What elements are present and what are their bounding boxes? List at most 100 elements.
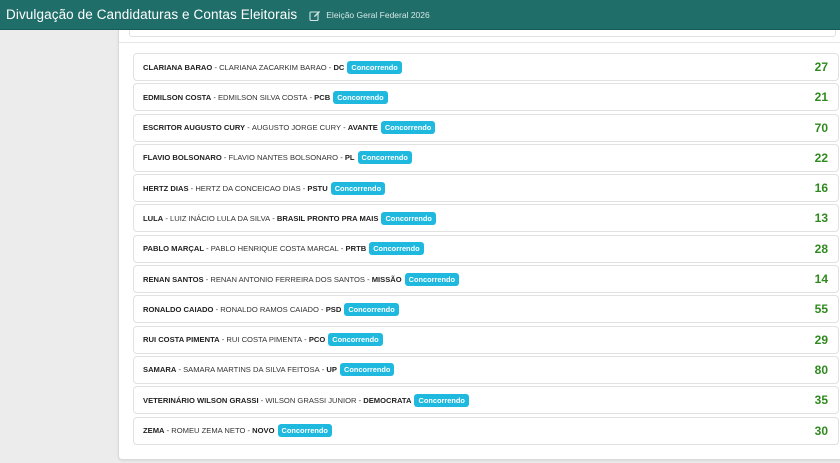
candidate-number: 35 (814, 393, 828, 408)
candidate-row[interactable]: ESCRITOR AUGUSTO CURY - AUGUSTO JORGE CU… (133, 113, 839, 142)
separator: - (188, 183, 196, 193)
candidate-row[interactable]: RENAN SANTOS - RENAN ANTONIO FERREIRA DO… (133, 265, 839, 294)
app-header: Divulgação de Candidaturas e Contas Elei… (0, 0, 840, 30)
candidate-number: 28 (814, 241, 828, 256)
candidate-row[interactable]: RONALDO CAIADO - RONALDO RAMOS CAIADO - … (133, 295, 839, 324)
separator: - (319, 365, 327, 375)
status-badge: Concorrendo (347, 60, 402, 74)
separator: - (364, 274, 372, 284)
candidate-info: HERTZ DIAS - HERTZ DA CONCEICAO DIAS - P… (143, 181, 386, 195)
candidate-full-name: LUIZ INÁCIO LULA DA SILVA (170, 213, 271, 223)
candidate-row[interactable]: VETERINÁRIO WILSON GRASSI - WILSON GRASS… (133, 386, 839, 415)
separator: - (326, 62, 334, 72)
candidate-full-name: ROMEU ZEMA NETO (171, 426, 246, 436)
candidate-row[interactable]: CLARIANA BARAO - CLARIANA ZACARKIM BARAO… (133, 53, 839, 81)
candidate-info: RUI COSTA PIMENTA - RUI COSTA PIMENTA - … (143, 333, 383, 347)
candidate-full-name: RUI COSTA PIMENTA (226, 335, 303, 345)
candidate-full-name: WILSON GRASSI JUNIOR (265, 395, 357, 405)
candidate-info: SAMARA - SAMARA MARTINS DA SILVA FEITOSA… (143, 363, 395, 377)
separator: - (176, 365, 184, 375)
candidate-number: 29 (814, 332, 828, 347)
status-badge: Concorrendo (414, 393, 469, 407)
separator: - (245, 426, 253, 436)
separator: - (356, 395, 364, 405)
separator: - (221, 153, 229, 163)
candidate-name: ESCRITOR AUGUSTO CURY (143, 123, 246, 133)
separator: - (258, 395, 266, 405)
candidate-name: ZEMA (143, 426, 165, 436)
status-badge: Concorrendo (328, 333, 383, 347)
separator: - (302, 335, 309, 345)
candidate-row[interactable]: HERTZ DIAS - HERTZ DA CONCEICAO DIAS - P… (133, 174, 839, 203)
candidate-full-name: AUGUSTO JORGE CURY (251, 123, 342, 133)
candidate-full-name: EDMILSON SILVA COSTA (217, 92, 308, 102)
party-name: BRASIL PRONTO PRA MAIS (276, 213, 379, 223)
candidate-row[interactable]: LULA - LUIZ INÁCIO LULA DA SILVA - BRASI… (133, 204, 839, 233)
separator: - (270, 213, 277, 223)
status-badge: Concorrendo (277, 424, 332, 438)
panel-top-strip (129, 30, 836, 37)
candidate-row[interactable]: SAMARA - SAMARA MARTINS DA SILVA FEITOSA… (133, 355, 839, 384)
candidate-name: HERTZ DIAS (143, 183, 189, 193)
candidate-name: RUI COSTA PIMENTA (143, 335, 220, 345)
separator: - (212, 62, 220, 72)
candidate-name: RENAN SANTOS (143, 274, 204, 284)
status-badge: Concorrendo (357, 151, 412, 165)
candidate-info: RENAN SANTOS - RENAN ANTONIO FERREIRA DO… (143, 272, 460, 286)
separator: - (204, 244, 211, 254)
status-badge: Concorrendo (339, 363, 395, 377)
party-name: PCB (314, 92, 331, 102)
candidate-full-name: RONALDO RAMOS CAIADO (220, 304, 319, 314)
candidate-number: 14 (814, 272, 828, 287)
party-name: DC (333, 62, 345, 72)
candidate-number: 21 (814, 90, 828, 105)
candidate-number: 70 (814, 120, 828, 135)
status-badge: Concorrendo (333, 90, 388, 104)
candidate-row[interactable]: RUI COSTA PIMENTA - RUI COSTA PIMENTA - … (133, 325, 839, 354)
separator: - (203, 274, 211, 284)
candidate-info: RONALDO CAIADO - RONALDO RAMOS CAIADO - … (143, 302, 399, 316)
candidate-full-name: PABLO HENRIQUE COSTA MARCAL (210, 244, 339, 254)
candidate-name: FLAVIO BOLSONARO (143, 153, 222, 163)
separator: - (307, 92, 315, 102)
candidate-info: LULA - LUIZ INÁCIO LULA DA SILVA - BRASI… (143, 211, 436, 225)
status-badge: Concorrendo (344, 302, 399, 316)
candidate-number: 22 (814, 150, 828, 165)
party-name: NOVO (252, 426, 275, 436)
status-badge: Concorrendo (381, 211, 436, 225)
party-name: PRTB (345, 244, 367, 254)
candidate-name: LULA (143, 213, 164, 223)
candidate-number: 16 (814, 181, 828, 196)
app-title[interactable]: Divulgação de Candidaturas e Contas Elei… (6, 7, 297, 22)
candidate-number: 27 (814, 60, 828, 74)
candidate-info: PABLO MARÇAL - PABLO HENRIQUE COSTA MARC… (143, 242, 424, 256)
candidate-number: 30 (814, 423, 828, 438)
candidate-number: 13 (814, 211, 828, 226)
candidate-name: CLARIANA BARAO (143, 62, 213, 72)
status-badge: Concorrendo (330, 181, 386, 195)
candidate-full-name: RENAN ANTONIO FERREIRA DOS SANTOS (210, 274, 365, 284)
party-name: PSTU (307, 183, 328, 193)
status-badge: Concorrendo (404, 272, 460, 286)
candidate-full-name: SAMARA MARTINS DA SILVA FEITOSA (183, 365, 320, 375)
party-name: UP (326, 365, 337, 375)
election-selector[interactable]: Eleição Geral Federal 2026 (309, 9, 430, 21)
separator: - (245, 123, 252, 133)
candidate-info: ESCRITOR AUGUSTO CURY - AUGUSTO JORGE CU… (143, 121, 436, 135)
separator: - (219, 335, 227, 345)
separator: - (163, 213, 170, 223)
separator: - (211, 92, 218, 102)
party-name: PCO (308, 335, 326, 345)
separator: - (338, 153, 345, 163)
edit-icon[interactable] (309, 9, 321, 21)
party-name: AVANTE (347, 123, 378, 133)
party-name: PL (344, 153, 355, 163)
candidate-name: VETERINÁRIO WILSON GRASSI (143, 395, 259, 405)
candidate-row[interactable]: PABLO MARÇAL - PABLO HENRIQUE COSTA MARC… (133, 234, 839, 263)
divider (119, 42, 840, 43)
candidate-row[interactable]: ZEMA - ROMEU ZEMA NETO - NOVO Concorrend… (133, 416, 839, 445)
candidate-number: 55 (814, 302, 828, 317)
candidate-row[interactable]: FLAVIO BOLSONARO - FLAVIO NANTES BOLSONA… (133, 143, 839, 172)
candidate-full-name: CLARIANA ZACARKIM BARAO (219, 62, 327, 72)
candidate-row[interactable]: EDMILSON COSTA - EDMILSON SILVA COSTA - … (133, 83, 839, 112)
